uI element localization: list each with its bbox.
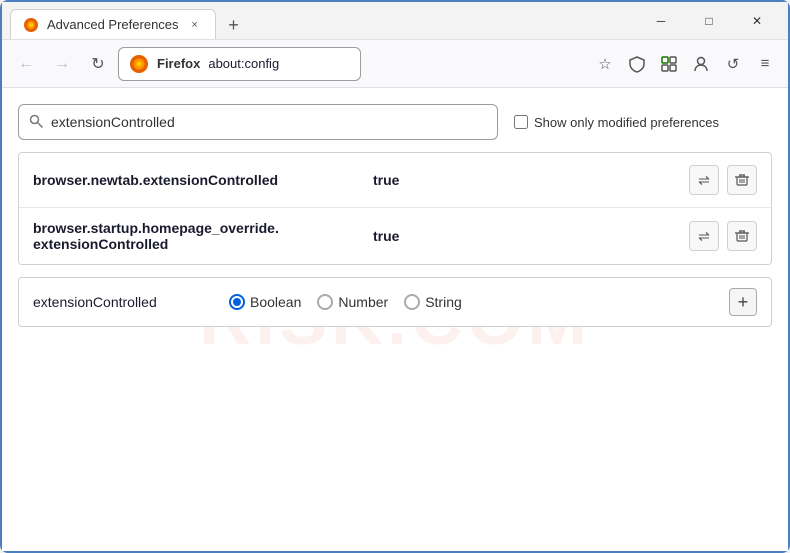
- forward-button[interactable]: →: [46, 48, 78, 80]
- menu-button[interactable]: ≡: [750, 49, 780, 79]
- swap-button-2[interactable]: ⇌: [689, 221, 719, 251]
- trash-icon: [735, 173, 749, 187]
- content-inner: Show only modified preferences browser.n…: [18, 104, 772, 327]
- preference-value-1: true: [373, 172, 689, 188]
- extension-button[interactable]: [654, 49, 684, 79]
- table-row: browser.newtab.extensionControlled true …: [19, 153, 771, 208]
- number-radio-circle: [317, 294, 333, 310]
- back-button[interactable]: ←: [10, 48, 42, 80]
- show-modified-label[interactable]: Show only modified preferences: [514, 115, 719, 130]
- close-button[interactable]: ✕: [734, 5, 780, 37]
- nav-bar: ← → ↻ Firefox about:config ☆: [2, 40, 788, 88]
- puzzle-icon: [660, 55, 678, 73]
- delete-button-2[interactable]: [727, 221, 757, 251]
- trash-icon-2: [735, 229, 749, 243]
- add-preference-button[interactable]: +: [729, 288, 757, 316]
- preference-search-box[interactable]: [18, 104, 498, 140]
- delete-button-1[interactable]: [727, 165, 757, 195]
- toolbar-icons: ☆ ↺ ≡: [590, 49, 780, 79]
- window-controls: ─ □ ✕: [638, 5, 780, 37]
- browser-label: Firefox: [157, 56, 200, 71]
- sync-button[interactable]: ↺: [718, 49, 748, 79]
- string-radio-option[interactable]: String: [404, 294, 462, 310]
- row-2-actions: ⇌: [689, 221, 757, 251]
- number-radio-label: Number: [338, 294, 388, 310]
- tab-close-button[interactable]: ×: [187, 17, 203, 33]
- address-url: about:config: [208, 56, 279, 71]
- string-radio-circle: [404, 294, 420, 310]
- address-bar[interactable]: Firefox about:config: [118, 47, 361, 81]
- table-row: browser.startup.homepage_override. exten…: [19, 208, 771, 264]
- type-selector: Boolean Number String: [229, 294, 713, 310]
- show-modified-checkbox[interactable]: [514, 115, 528, 129]
- number-radio-option[interactable]: Number: [317, 294, 388, 310]
- page-content: RISK.COM Show only modified preferences: [2, 88, 788, 551]
- boolean-radio-label: Boolean: [250, 294, 301, 310]
- boolean-radio-circle: [229, 294, 245, 310]
- boolean-radio-option[interactable]: Boolean: [229, 294, 301, 310]
- firefox-favicon-icon: [23, 17, 39, 33]
- search-row: Show only modified preferences: [18, 104, 772, 140]
- profile-button[interactable]: [686, 49, 716, 79]
- minimize-button[interactable]: ─: [638, 5, 684, 37]
- row-1-actions: ⇌: [689, 165, 757, 195]
- preference-name-1: browser.newtab.extensionControlled: [33, 172, 373, 188]
- preference-value-2: true: [373, 228, 689, 244]
- restore-button[interactable]: □: [686, 5, 732, 37]
- search-input[interactable]: [51, 114, 487, 130]
- bookmark-button[interactable]: ☆: [590, 49, 620, 79]
- refresh-button[interactable]: ↻: [82, 48, 114, 80]
- tab-title: Advanced Preferences: [47, 17, 179, 32]
- results-table: browser.newtab.extensionControlled true …: [18, 152, 772, 265]
- preference-name-2: browser.startup.homepage_override. exten…: [33, 220, 373, 252]
- string-radio-label: String: [425, 294, 462, 310]
- shield-button[interactable]: [622, 49, 652, 79]
- search-icon: [29, 114, 43, 131]
- add-preference-row: extensionControlled Boolean Number Strin…: [18, 277, 772, 327]
- shield-icon: [628, 55, 646, 73]
- swap-icon: ⇌: [698, 172, 710, 189]
- active-tab[interactable]: Advanced Preferences ×: [10, 9, 216, 39]
- person-icon: [692, 55, 710, 73]
- new-pref-name: extensionControlled: [33, 294, 213, 310]
- firefox-logo-icon: [129, 54, 149, 74]
- swap-icon-2: ⇌: [698, 228, 710, 245]
- title-bar: Advanced Preferences × + ─ □ ✕: [2, 2, 788, 40]
- swap-button-1[interactable]: ⇌: [689, 165, 719, 195]
- new-tab-button[interactable]: +: [220, 11, 248, 39]
- tab-strip: Advanced Preferences × +: [10, 2, 638, 39]
